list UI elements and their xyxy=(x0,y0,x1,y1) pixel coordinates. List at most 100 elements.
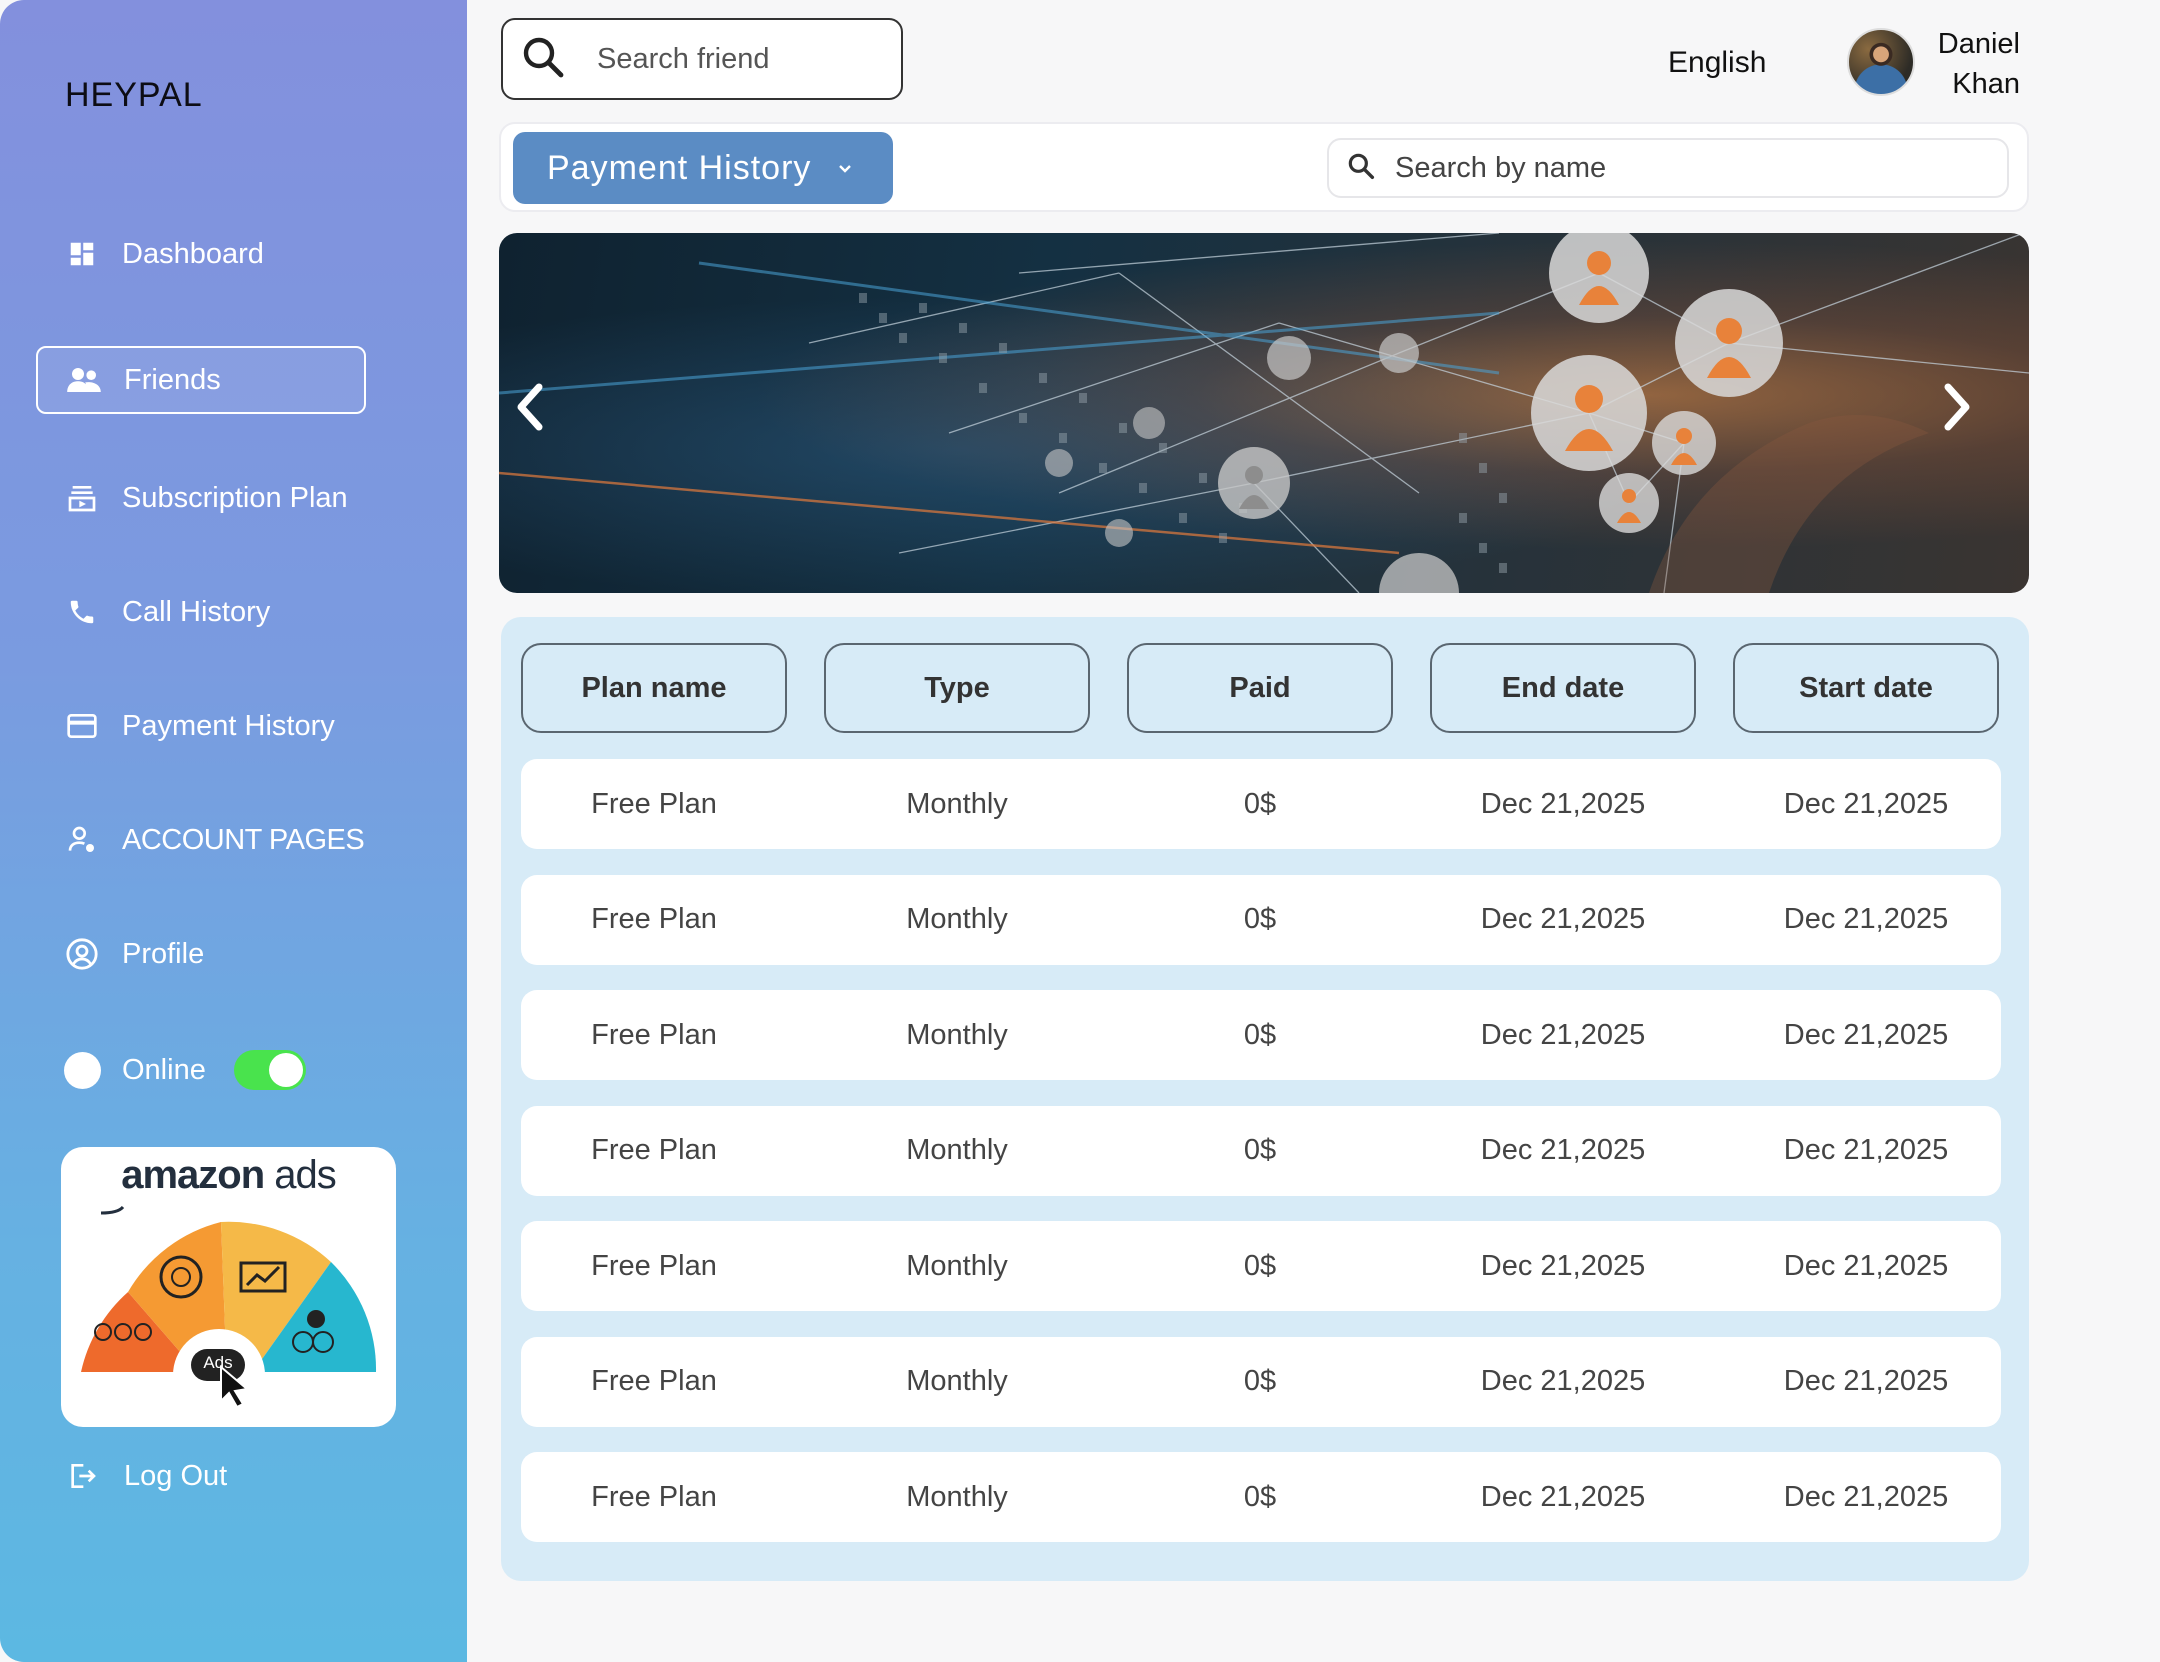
friend-search-box[interactable] xyxy=(501,18,903,100)
sidebar-item-label: Payment History xyxy=(122,709,335,742)
type-cell: Monthly xyxy=(906,1018,1008,1051)
plan-name-cell: Free Plan xyxy=(591,1134,717,1166)
paid-cell: 0$ xyxy=(1243,1018,1277,1051)
network-illustration xyxy=(499,233,2029,593)
end-date-cell: Dec 21,2025 xyxy=(1480,1249,1646,1282)
subscription-icon xyxy=(64,480,100,516)
type-cell: Monthly xyxy=(906,1249,1008,1282)
plan-name-cell: Free Plan xyxy=(591,1018,717,1051)
account-pages-icon xyxy=(64,822,100,858)
sidebar-item-label: ACCOUNT PAGES xyxy=(122,823,365,856)
table-row[interactable]: Free Plan Monthly 0$ Dec 21,2025 Dec 21,2025 xyxy=(521,990,2001,1080)
toggle-knob xyxy=(268,1053,303,1087)
person-node-icons xyxy=(1045,233,1783,593)
end-date-cell: Dec 21,2025 xyxy=(1480,1480,1646,1513)
online-toggle[interactable] xyxy=(233,1050,306,1090)
language-selector[interactable]: English xyxy=(1668,46,1766,80)
carousel-prev-button[interactable] xyxy=(511,381,575,445)
column-header-paid[interactable]: Paid xyxy=(1127,643,1393,733)
logout-button[interactable]: Log Out xyxy=(64,1454,227,1498)
sidebar-item-label: Profile xyxy=(122,937,205,970)
end-date-cell: Dec 21,2025 xyxy=(1480,787,1646,820)
start-date-cell: Dec 21,2025 xyxy=(1783,1018,1949,1051)
sidebar-item-label: Dashboard xyxy=(122,237,264,270)
view-dropdown[interactable]: Payment History xyxy=(513,132,893,204)
avatar[interactable] xyxy=(1847,28,1915,96)
column-header-plan-name[interactable]: Plan name xyxy=(521,643,787,733)
sidebar-item-subscription-plan[interactable]: Subscription Plan xyxy=(36,464,366,532)
column-header-start-date[interactable]: Start date xyxy=(1733,643,1999,733)
name-search-input[interactable] xyxy=(1395,151,1955,185)
logout-icon xyxy=(64,1458,100,1494)
end-date-cell: Dec 21,2025 xyxy=(1480,1134,1646,1166)
logout-label: Log Out xyxy=(124,1459,228,1492)
sidebar-item-profile[interactable]: Profile xyxy=(36,920,366,988)
sidebar-item-friends[interactable]: Friends xyxy=(36,346,366,414)
start-date-cell: Dec 21,2025 xyxy=(1783,1134,1949,1166)
table-row[interactable]: Free Plan Monthly 0$ Dec 21,2025 Dec 21,2025 xyxy=(521,759,2001,849)
online-label: Online xyxy=(122,1053,206,1086)
end-date-cell: Dec 21,2025 xyxy=(1480,903,1646,935)
payment-history-table: Plan name Type Paid End date Start date … xyxy=(501,617,2029,1581)
plan-name-cell: Free Plan xyxy=(591,787,717,820)
friends-icon xyxy=(66,362,102,398)
column-header-end-date[interactable]: End date xyxy=(1430,643,1696,733)
start-date-cell: Dec 21,2025 xyxy=(1783,1480,1949,1513)
ads-badge: Ads xyxy=(203,1353,233,1372)
type-cell: Monthly xyxy=(906,787,1008,820)
paid-cell: 0$ xyxy=(1243,1249,1277,1282)
sidebar-item-label: Friends xyxy=(124,363,221,396)
sidebar-item-label: Call History xyxy=(122,595,271,628)
table-row[interactable]: Free Plan Monthly 0$ Dec 21,2025 Dec 21,2025 xyxy=(521,1221,2001,1311)
credit-card-icon xyxy=(64,708,100,744)
start-date-cell: Dec 21,2025 xyxy=(1783,1365,1949,1397)
plan-name-cell: Free Plan xyxy=(591,1365,717,1397)
type-cell: Monthly xyxy=(906,1365,1008,1397)
paid-cell: 0$ xyxy=(1243,1480,1277,1513)
sidebar-item-dashboard[interactable]: Dashboard xyxy=(36,220,366,288)
table-row[interactable]: Free Plan Monthly 0$ Dec 21,2025 Dec 21,2025 xyxy=(521,1452,2001,1542)
type-cell: Monthly xyxy=(906,903,1008,935)
sidebar: HEYPAL Dashboard Friends Subscription Pl… xyxy=(0,0,467,1662)
sidebar-item-account-pages[interactable]: ACCOUNT PAGES xyxy=(36,806,366,874)
ads-gauge-illustration xyxy=(81,1205,377,1421)
user-last-name: Khan xyxy=(1952,68,2020,100)
sidebar-item-label: Subscription Plan xyxy=(122,481,348,514)
paid-cell: 0$ xyxy=(1243,1365,1277,1397)
user-first-name: Daniel xyxy=(1937,28,2020,60)
table-row[interactable]: Free Plan Monthly 0$ Dec 21,2025 Dec 21,2025 xyxy=(521,1336,2001,1427)
network-banner-carousel xyxy=(499,233,2029,593)
paid-cell: 0$ xyxy=(1243,903,1277,935)
paid-cell: 0$ xyxy=(1243,1134,1277,1166)
table-row[interactable]: Free Plan Monthly 0$ Dec 21,2025 Dec 21,2025 xyxy=(521,874,2001,965)
start-date-cell: Dec 21,2025 xyxy=(1783,1249,1949,1282)
chevron-down-icon xyxy=(837,155,853,181)
profile-icon xyxy=(64,936,100,972)
end-date-cell: Dec 21,2025 xyxy=(1480,1018,1646,1051)
user-name[interactable]: Daniel Khan xyxy=(1930,24,2020,104)
carousel-next-button[interactable] xyxy=(1936,381,2000,445)
table-row[interactable]: Free Plan Monthly 0$ Dec 21,2025 Dec 21,2025 xyxy=(521,1105,2001,1196)
name-search-box[interactable] xyxy=(1327,138,2009,198)
amazon-ads-banner[interactable]: amazon ads Ads xyxy=(61,1147,396,1427)
page-toolbar: Payment History xyxy=(499,122,2029,212)
start-date-cell: Dec 21,2025 xyxy=(1783,903,1949,935)
search-icon xyxy=(519,33,567,86)
sidebar-item-call-history[interactable]: Call History xyxy=(36,578,366,646)
status-dot xyxy=(64,1051,101,1089)
type-cell: Monthly xyxy=(906,1480,1008,1513)
online-status: Online xyxy=(64,1048,306,1092)
column-header-type[interactable]: Type xyxy=(824,643,1090,733)
phone-icon xyxy=(64,594,100,630)
end-date-cell: Dec 21,2025 xyxy=(1480,1365,1646,1397)
dashboard-icon xyxy=(64,236,100,272)
paid-cell: 0$ xyxy=(1243,787,1277,820)
search-icon xyxy=(1345,150,1377,187)
view-dropdown-label: Payment History xyxy=(547,148,812,187)
start-date-cell: Dec 21,2025 xyxy=(1783,787,1949,820)
sidebar-item-payment-history[interactable]: Payment History xyxy=(36,692,366,760)
type-cell: Monthly xyxy=(906,1134,1008,1166)
plan-name-cell: Free Plan xyxy=(591,1249,717,1282)
friend-search-input[interactable] xyxy=(597,42,877,76)
plan-name-cell: Free Plan xyxy=(591,903,717,935)
